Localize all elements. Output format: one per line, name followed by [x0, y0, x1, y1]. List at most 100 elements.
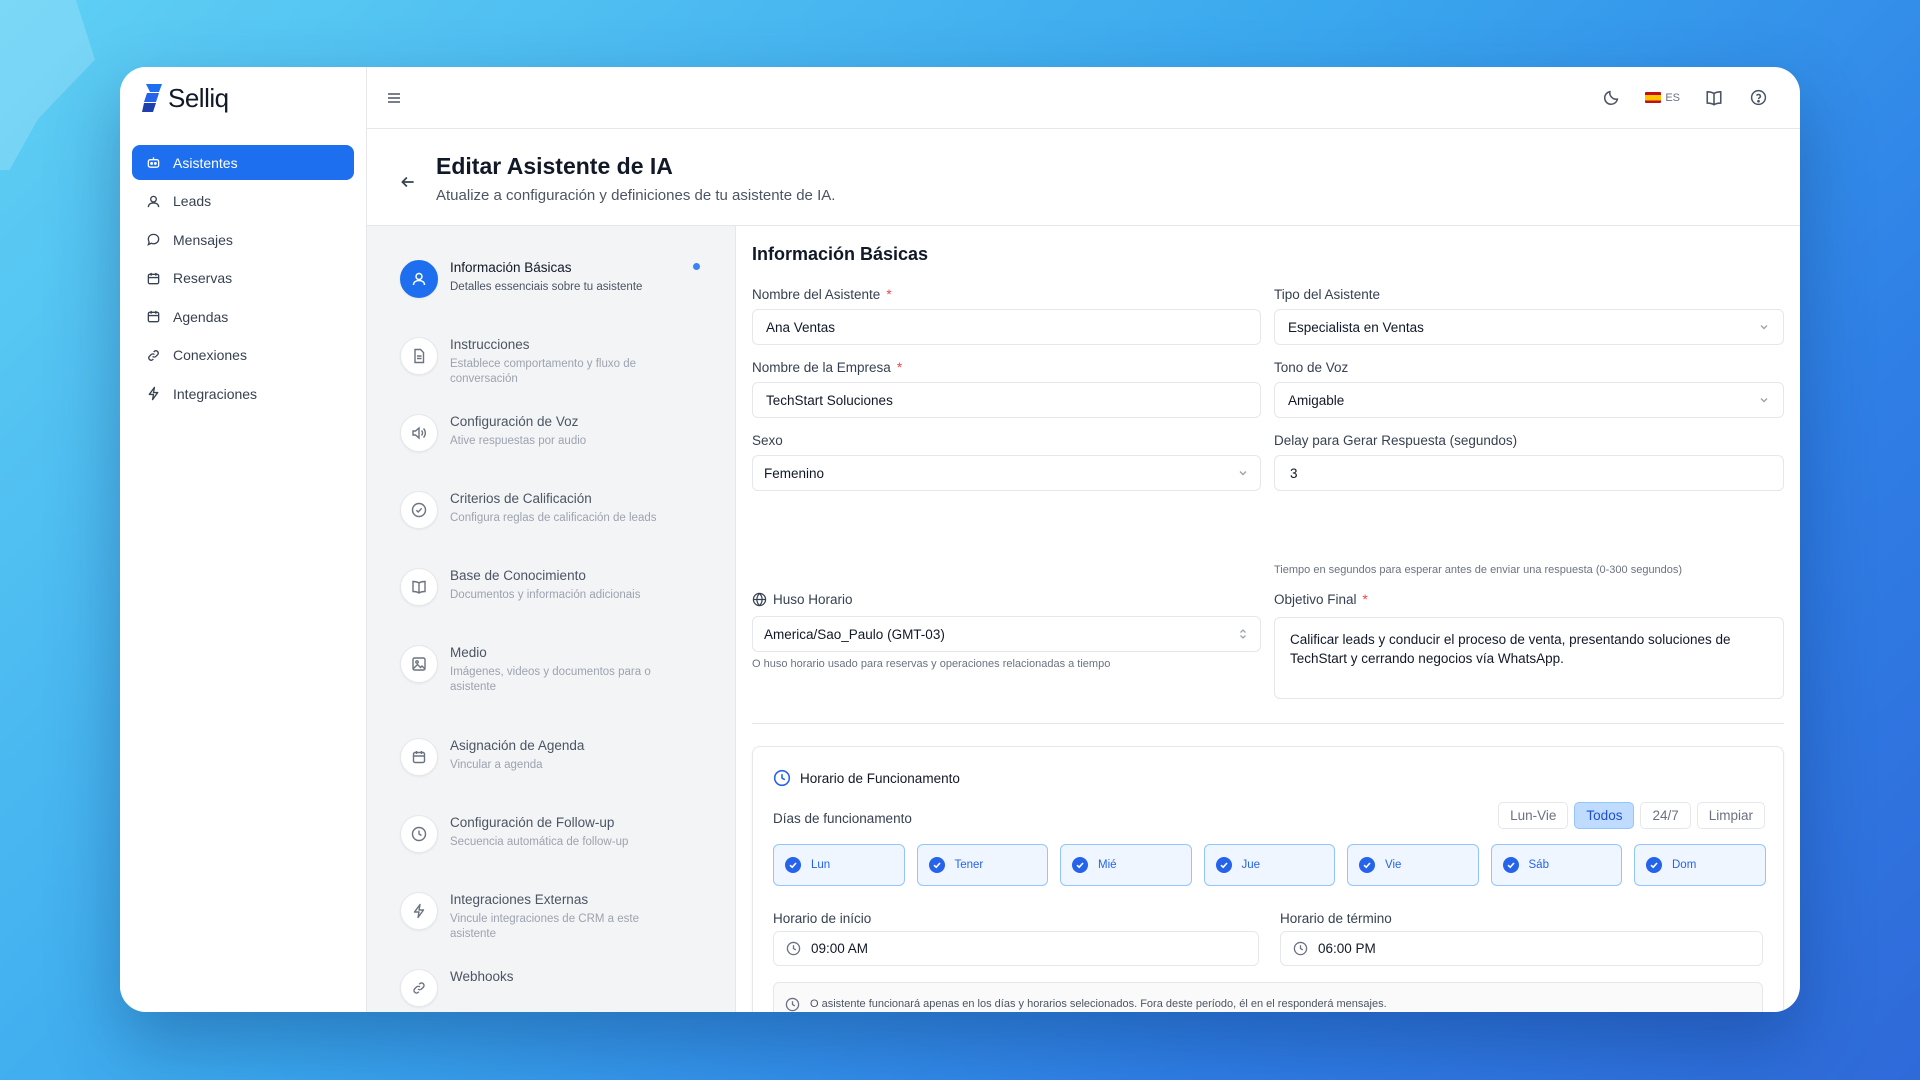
days-label: Días de funcionamento: [773, 811, 912, 826]
schedule-note: O asistente funcionará apenas en los día…: [773, 982, 1763, 1012]
day-checkbox-tener[interactable]: Tener: [916, 844, 1048, 886]
sidebar-item-integraciones[interactable]: Integraciones: [132, 376, 354, 411]
quick-limpiar-button[interactable]: Limpiar: [1696, 802, 1765, 829]
timezone-select[interactable]: America/Sao_Paulo (GMT-03): [752, 616, 1261, 652]
back-button[interactable]: [399, 173, 419, 193]
page-title: Editar Asistente de IA: [436, 153, 673, 179]
day-label: Vie: [1385, 859, 1402, 871]
sidebar-item-label: Integraciones: [173, 385, 258, 402]
label-text: Huso Horario: [773, 592, 853, 607]
checkmark-icon: [1502, 857, 1519, 873]
select-value: America/Sao_Paulo (GMT-03): [764, 626, 945, 642]
checkmark-icon: [1215, 857, 1232, 873]
step-title: Webhooks: [450, 969, 514, 984]
sidebar-item-asistentes[interactable]: Asistentes: [132, 145, 354, 180]
quick-lun-vie-button[interactable]: Lun-Vie: [1498, 802, 1569, 829]
step-description: Configura reglas de calificación de lead…: [450, 512, 657, 524]
required-marker: *: [1362, 592, 1368, 607]
gender-select[interactable]: Femenino: [752, 455, 1261, 491]
quick-todos-button[interactable]: Todos: [1574, 802, 1635, 829]
delay-input[interactable]: 3: [1274, 455, 1784, 491]
end-time-input[interactable]: 06:00 PM: [1280, 931, 1763, 966]
sidebar-item-label: Leads: [173, 193, 212, 209]
language-selector[interactable]: ES: [1645, 92, 1680, 104]
moon-icon: [1603, 90, 1619, 105]
input-value: Ana Ventas: [766, 319, 836, 335]
select-value: Amigable: [1288, 392, 1345, 408]
user-icon: [147, 195, 160, 207]
required-marker: *: [886, 287, 892, 302]
calendar-icon: [412, 751, 426, 764]
topbar: ES: [367, 67, 1800, 129]
select-value: Femenino: [764, 465, 825, 481]
tone-select[interactable]: Amigable: [1274, 382, 1784, 418]
checkmark-icon: [785, 857, 801, 873]
day-checkbox-dom[interactable]: Dom: [1634, 844, 1766, 886]
input-value: TechStart Soluciones: [766, 392, 893, 408]
checkmark-icon: [928, 857, 945, 873]
label-text: Sexo: [752, 433, 783, 448]
days-group: Lun Tener Mié Jue Vie Sáb Dom: [773, 844, 1766, 886]
step-description: Vincular a agenda: [450, 759, 543, 771]
sidebar-item-mensajes[interactable]: Mensajes: [132, 222, 354, 257]
step-description: Secuencia automática de follow-up: [450, 836, 629, 848]
sidebar-item-conexiones[interactable]: Conexiones: [132, 338, 354, 373]
step-title: Criterios de Calificación: [450, 491, 592, 506]
quick-24-7-button[interactable]: 24/7: [1640, 802, 1691, 829]
speaker-icon: [412, 426, 426, 440]
textarea-value: Calificar leads y conducir el proceso de…: [1290, 632, 1731, 666]
day-checkbox-lun[interactable]: Lun: [773, 844, 905, 886]
image-icon: [412, 657, 426, 671]
quick-select-group: Lun-Vie Todos 24/7 Limpiar: [1498, 802, 1765, 829]
logo-mark-icon: [142, 84, 162, 112]
gender-label: Sexo: [752, 433, 783, 448]
day-checkbox-mie[interactable]: Mié: [1060, 844, 1192, 886]
bot-icon: [147, 157, 160, 168]
start-time-input[interactable]: 09:00 AM: [773, 931, 1259, 966]
day-checkbox-sab[interactable]: Sáb: [1490, 844, 1622, 886]
start-time-value: 09:00 AM: [811, 941, 869, 956]
tone-label: Tono de Voz: [1274, 360, 1348, 375]
company-name-label: Nombre de la Empresa *: [752, 360, 902, 375]
steps-panel: Información Básicas Detalles essenciais …: [367, 226, 736, 1012]
user-icon: [412, 272, 426, 286]
step-description: Imágenes, videos y documentos para o asi…: [450, 666, 651, 693]
step-icon-circle: [400, 969, 438, 1007]
company-name-input[interactable]: TechStart Soluciones: [752, 382, 1261, 418]
schedule-card: Horario de Funcionamento Días de funcion…: [752, 746, 1784, 1012]
step-title: Instrucciones: [450, 337, 530, 352]
sidebar-item-label: Conexiones: [173, 347, 247, 363]
delay-hint-text: Tiempo en segundos para esperar antes de…: [1274, 564, 1683, 576]
step-icon-circle: [400, 815, 438, 853]
sidebar-item-leads[interactable]: Leads: [132, 184, 354, 219]
clock-icon: [773, 769, 791, 787]
hamburger-icon: [388, 92, 400, 103]
label-text: Nombre de la Empresa: [752, 360, 891, 375]
step-description: Vincule integraciones de CRM a este asis…: [450, 913, 640, 940]
goal-textarea[interactable]: Calificar leads y conducir el proceso de…: [1274, 617, 1784, 699]
day-checkbox-jue[interactable]: Jue: [1203, 844, 1335, 886]
message-icon: [147, 233, 160, 246]
docs-button[interactable]: [1704, 88, 1724, 108]
form-area: Información Básicas Nombre del Asistente…: [737, 226, 1800, 1012]
sidebar-nav: Asistentes Leads Mensajes Reservas Agend…: [132, 145, 354, 415]
label-text: Tono de Voz: [1274, 360, 1349, 375]
help-button[interactable]: [1748, 88, 1768, 108]
chevron-updown-icon: [1240, 629, 1246, 639]
assistant-type-select[interactable]: Especialista en Ventas: [1274, 309, 1784, 345]
schedule-note-text: O asistente funcionará apenas en los día…: [810, 998, 1387, 1010]
theme-toggle-button[interactable]: [1601, 88, 1621, 108]
logo[interactable]: Selliq: [142, 82, 229, 114]
menu-toggle-button[interactable]: [383, 87, 405, 109]
step-icon-circle: [400, 568, 438, 606]
sidebar-item-reservas[interactable]: Reservas: [132, 261, 354, 296]
day-label: Jue: [1241, 859, 1261, 871]
assistant-name-input[interactable]: Ana Ventas: [752, 309, 1261, 345]
day-checkbox-vie[interactable]: Vie: [1347, 844, 1479, 886]
sidebar-item-agendas[interactable]: Agendas: [132, 299, 354, 334]
checkmark-icon: [1359, 857, 1375, 873]
end-time-value: 06:00 PM: [1318, 941, 1376, 956]
sidebar-item-label: Agendas: [173, 308, 229, 325]
step-icon-circle: [400, 414, 438, 452]
app-window: Selliq Asistentes Leads Mensajes Reserva…: [120, 67, 1800, 1012]
